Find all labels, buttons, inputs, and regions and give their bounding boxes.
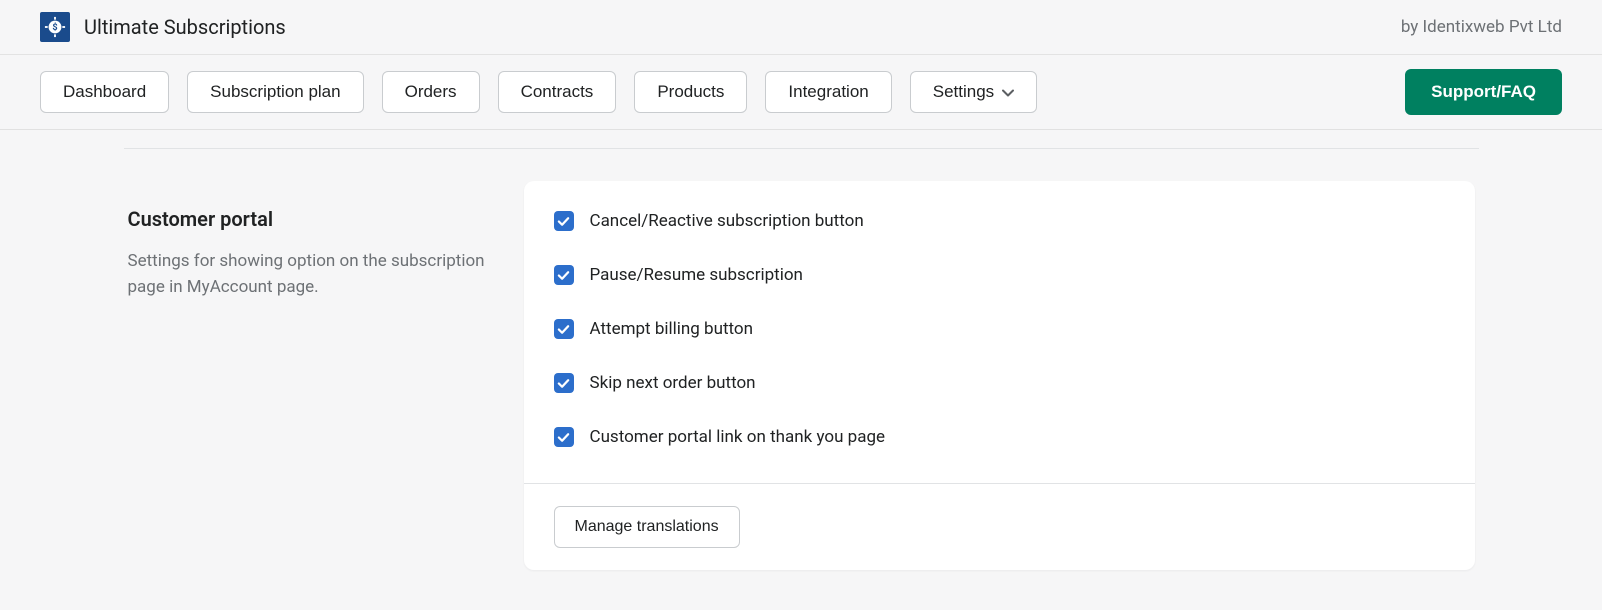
nav-settings[interactable]: Settings	[910, 71, 1037, 113]
option-label: Pause/Resume subscription	[590, 265, 803, 285]
settings-card: Cancel/Reactive subscription button Paus…	[524, 181, 1475, 570]
nav-label: Subscription plan	[210, 82, 340, 102]
option-label: Cancel/Reactive subscription button	[590, 211, 864, 231]
section-description: Settings for showing option on the subsc…	[128, 249, 488, 300]
nav-label: Dashboard	[63, 82, 146, 102]
check-icon	[557, 431, 570, 444]
nav-label: Settings	[933, 82, 994, 102]
nav-label: Contracts	[521, 82, 594, 102]
option-pause-resume: Pause/Resume subscription	[554, 265, 1445, 285]
check-icon	[557, 269, 570, 282]
card-body: Cancel/Reactive subscription button Paus…	[524, 181, 1475, 483]
nav-row: Dashboard Subscription plan Orders Contr…	[0, 55, 1602, 130]
svg-text:$: $	[52, 22, 57, 33]
option-portal-link-thank-you: Customer portal link on thank you page	[554, 427, 1445, 447]
vendor-text: by Identixweb Pvt Ltd	[1401, 17, 1562, 37]
option-cancel-reactive: Cancel/Reactive subscription button	[554, 211, 1445, 231]
nav-dashboard[interactable]: Dashboard	[40, 71, 169, 113]
nav-integration[interactable]: Integration	[765, 71, 891, 113]
section-divider	[124, 148, 1479, 149]
checkbox-skip-next-order[interactable]	[554, 373, 574, 393]
manage-translations-button[interactable]: Manage translations	[554, 506, 740, 548]
option-label: Attempt billing button	[590, 319, 754, 339]
nav-products[interactable]: Products	[634, 71, 747, 113]
content-area: Customer portal Settings for showing opt…	[124, 130, 1479, 610]
section-title: Customer portal	[128, 207, 488, 231]
app-logo-icon: $	[40, 12, 70, 42]
nav-label: Orders	[405, 82, 457, 102]
checkbox-pause-resume[interactable]	[554, 265, 574, 285]
support-faq-button[interactable]: Support/FAQ	[1405, 69, 1562, 115]
option-skip-next-order: Skip next order button	[554, 373, 1445, 393]
nav-label: Products	[657, 82, 724, 102]
nav-orders[interactable]: Orders	[382, 71, 480, 113]
nav-tabs: Dashboard Subscription plan Orders Contr…	[40, 71, 1037, 113]
check-icon	[557, 215, 570, 228]
checkbox-portal-link-thank-you[interactable]	[554, 427, 574, 447]
nav-label: Integration	[788, 82, 868, 102]
nav-subscription-plan[interactable]: Subscription plan	[187, 71, 363, 113]
check-icon	[557, 323, 570, 336]
option-attempt-billing: Attempt billing button	[554, 319, 1445, 339]
check-icon	[557, 377, 570, 390]
app-title: Ultimate Subscriptions	[84, 15, 286, 39]
section-intro: Customer portal Settings for showing opt…	[128, 181, 488, 570]
option-label: Skip next order button	[590, 373, 756, 393]
checkbox-cancel-reactive[interactable]	[554, 211, 574, 231]
nav-contracts[interactable]: Contracts	[498, 71, 617, 113]
settings-layout: Customer portal Settings for showing opt…	[124, 181, 1479, 570]
app-header: $ Ultimate Subscriptions by Identixweb P…	[0, 0, 1602, 55]
option-label: Customer portal link on thank you page	[590, 427, 886, 447]
checkbox-attempt-billing[interactable]	[554, 319, 574, 339]
header-left: $ Ultimate Subscriptions	[40, 12, 286, 42]
card-footer: Manage translations	[524, 483, 1475, 570]
chevron-down-icon	[1002, 82, 1014, 102]
